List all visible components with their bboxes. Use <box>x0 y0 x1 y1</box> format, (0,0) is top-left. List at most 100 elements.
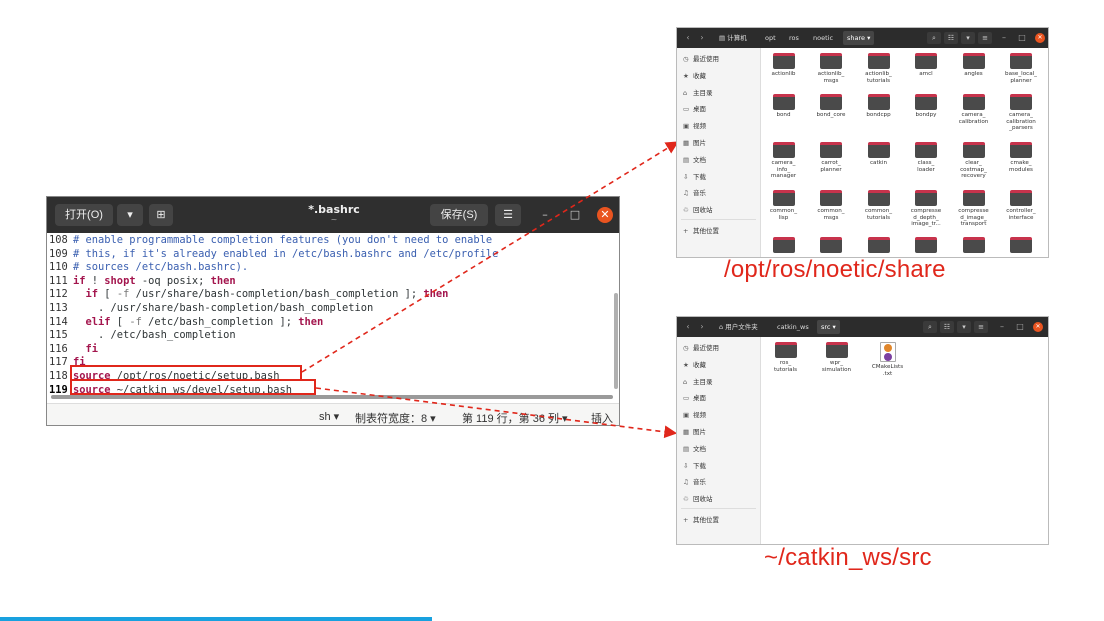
back-icon[interactable]: ‹ <box>683 320 693 334</box>
drive-icon: ▤ <box>719 34 728 42</box>
sidebar-item[interactable]: ♫ 音乐 <box>683 187 706 199</box>
folder-item[interactable]: actionlib_ msgs <box>808 53 855 84</box>
sidebar-item[interactable]: ▭ 桌面 <box>683 103 706 115</box>
sidebar-item[interactable]: ◷ 最近使用 <box>683 342 719 354</box>
folder-item[interactable] <box>950 237 997 255</box>
forward-icon[interactable]: › <box>697 31 707 45</box>
trash-icon: ♲ <box>683 495 689 504</box>
folder-item[interactable]: cmake_ modules <box>998 142 1045 173</box>
folder-item[interactable]: clear_ costmap_ recovery <box>950 142 997 180</box>
sidebar-item[interactable]: ▣ 视频 <box>683 120 706 132</box>
folder-item[interactable]: carrot_ planner <box>808 142 855 173</box>
view-options-chevron-icon[interactable]: ▾ <box>957 321 971 333</box>
folder-item[interactable]: bond <box>760 94 807 119</box>
folder-label: camera_ calibration _parsers <box>1006 112 1036 132</box>
fm-file-grid: actionlib actionlib_ msgs actionlib_ tutor… <box>761 48 1048 257</box>
folder-item[interactable] <box>760 237 807 255</box>
folder-item[interactable]: base_local_ planner <box>998 53 1045 84</box>
breadcrumb-opt[interactable]: opt <box>761 31 780 45</box>
folder-item[interactable]: compresse d_image_ transport <box>950 190 997 228</box>
breadcrumb-share[interactable]: share ▾ <box>843 31 875 45</box>
forward-icon[interactable]: › <box>697 320 707 334</box>
sidebar-item[interactable]: ▤ 文档 <box>683 154 706 166</box>
sidebar-item[interactable]: + 其他位置 <box>683 225 719 237</box>
sidebar-item[interactable]: ⌂ 主目录 <box>683 376 713 388</box>
view-list-icon[interactable]: ☷ <box>944 32 958 44</box>
sidebar-item[interactable]: ⇩ 下载 <box>683 171 706 183</box>
sidebar-item[interactable]: ▤ 文档 <box>683 443 706 455</box>
maximize-icon[interactable]: □ <box>1017 31 1027 45</box>
text-file-icon <box>879 342 896 362</box>
maximize-icon[interactable]: □ <box>1015 320 1025 334</box>
breadcrumb-src[interactable]: src ▾ <box>817 320 840 334</box>
sidebar-item[interactable]: ♲ 回收站 <box>683 204 713 216</box>
folder-item[interactable] <box>903 237 950 255</box>
sidebar-item[interactable]: ⇩ 下载 <box>683 460 706 472</box>
folder-item[interactable]: class_ loader <box>903 142 950 173</box>
sidebar-item-label: 其他位置 <box>693 227 719 236</box>
sidebar-item-label: 回收站 <box>693 206 713 215</box>
file-item[interactable]: CMakeLists .txt <box>864 342 911 377</box>
folder-item[interactable]: camera_ calibration <box>950 94 997 125</box>
folder-icon <box>820 142 842 158</box>
sidebar-item[interactable]: ▣ 视频 <box>683 409 706 421</box>
folder-item[interactable]: common_ msgs <box>808 190 855 221</box>
close-icon[interactable]: ✕ <box>1035 33 1045 43</box>
desktop-icon: ▭ <box>683 394 690 403</box>
breadcrumb-catkin-ws[interactable]: catkin_ws <box>773 320 813 334</box>
folder-item[interactable]: actionlib_ tutorials <box>855 53 902 84</box>
folder-item[interactable] <box>998 237 1045 255</box>
folder-item[interactable]: angles <box>950 53 997 78</box>
sidebar-item-label: 图片 <box>693 139 706 147</box>
folder-icon <box>867 94 890 110</box>
menu-icon[interactable]: ≡ <box>978 32 992 44</box>
folder-item[interactable]: camera_ calibration _parsers <box>998 94 1045 132</box>
folder-item[interactable]: bondpy <box>903 94 950 119</box>
plus-icon: + <box>683 227 689 236</box>
folder-icon <box>962 142 985 158</box>
sidebar-item[interactable]: ⌂ 主目录 <box>683 87 713 99</box>
folder-item[interactable] <box>808 237 855 255</box>
breadcrumb-noetic[interactable]: noetic <box>809 31 837 45</box>
sidebar-item[interactable]: ♫ 音乐 <box>683 476 706 488</box>
search-icon[interactable]: ⌕ <box>923 321 937 333</box>
sidebar-item[interactable]: ★ 收藏 <box>683 359 706 371</box>
folder-item[interactable]: common_ tutorials <box>855 190 902 221</box>
sidebar-item[interactable]: ▭ 桌面 <box>683 392 706 404</box>
breadcrumb-computer[interactable]: ▤ 计算机 <box>715 31 751 45</box>
folder-item[interactable]: ros_ tutorials <box>762 342 809 373</box>
view-list-icon[interactable]: ☷ <box>940 321 954 333</box>
folder-item[interactable]: bond_core <box>808 94 855 119</box>
back-icon[interactable]: ‹ <box>683 31 693 45</box>
sidebar-item[interactable]: ▦ 图片 <box>683 426 706 438</box>
minimize-icon[interactable]: – <box>997 320 1007 334</box>
view-options-chevron-icon[interactable]: ▾ <box>961 32 975 44</box>
folder-item[interactable]: compresse d_depth_ image_tr... <box>903 190 950 228</box>
sidebar-item[interactable]: ▦ 图片 <box>683 137 706 149</box>
folder-item[interactable]: wpr_ simulation <box>813 342 860 373</box>
folder-label: bond_core <box>816 112 846 118</box>
folder-item[interactable]: amcl <box>903 53 950 78</box>
folder-item[interactable]: common_ lisp <box>760 190 807 221</box>
sidebar-item[interactable]: ♲ 回收站 <box>683 493 713 505</box>
folder-label: cmake_ modules <box>1009 160 1033 173</box>
folder-label: ros_ tutorials <box>773 360 798 373</box>
folder-icon <box>820 53 842 69</box>
folder-item[interactable]: bondcpp <box>855 94 902 119</box>
breadcrumb-ros[interactable]: ros <box>785 31 803 45</box>
folder-item[interactable]: controller_ interface <box>998 190 1045 221</box>
sidebar-item[interactable]: + 其他位置 <box>683 514 719 526</box>
search-icon[interactable]: ⌕ <box>927 32 941 44</box>
folder-icon <box>915 53 937 69</box>
close-icon[interactable]: ✕ <box>1033 322 1043 332</box>
folder-icon <box>1010 190 1032 206</box>
folder-item[interactable] <box>855 237 902 255</box>
sidebar-item[interactable]: ◷ 最近使用 <box>683 53 719 65</box>
minimize-icon[interactable]: – <box>999 31 1009 45</box>
folder-item[interactable]: actionlib <box>760 53 807 78</box>
folder-item[interactable]: camera_ info_ manager <box>760 142 807 180</box>
menu-icon[interactable]: ≡ <box>974 321 988 333</box>
sidebar-item[interactable]: ★ 收藏 <box>683 70 706 82</box>
folder-item[interactable]: catkin <box>855 142 902 167</box>
breadcrumb-home[interactable]: ⌂ 用户文件夹 <box>715 320 762 334</box>
